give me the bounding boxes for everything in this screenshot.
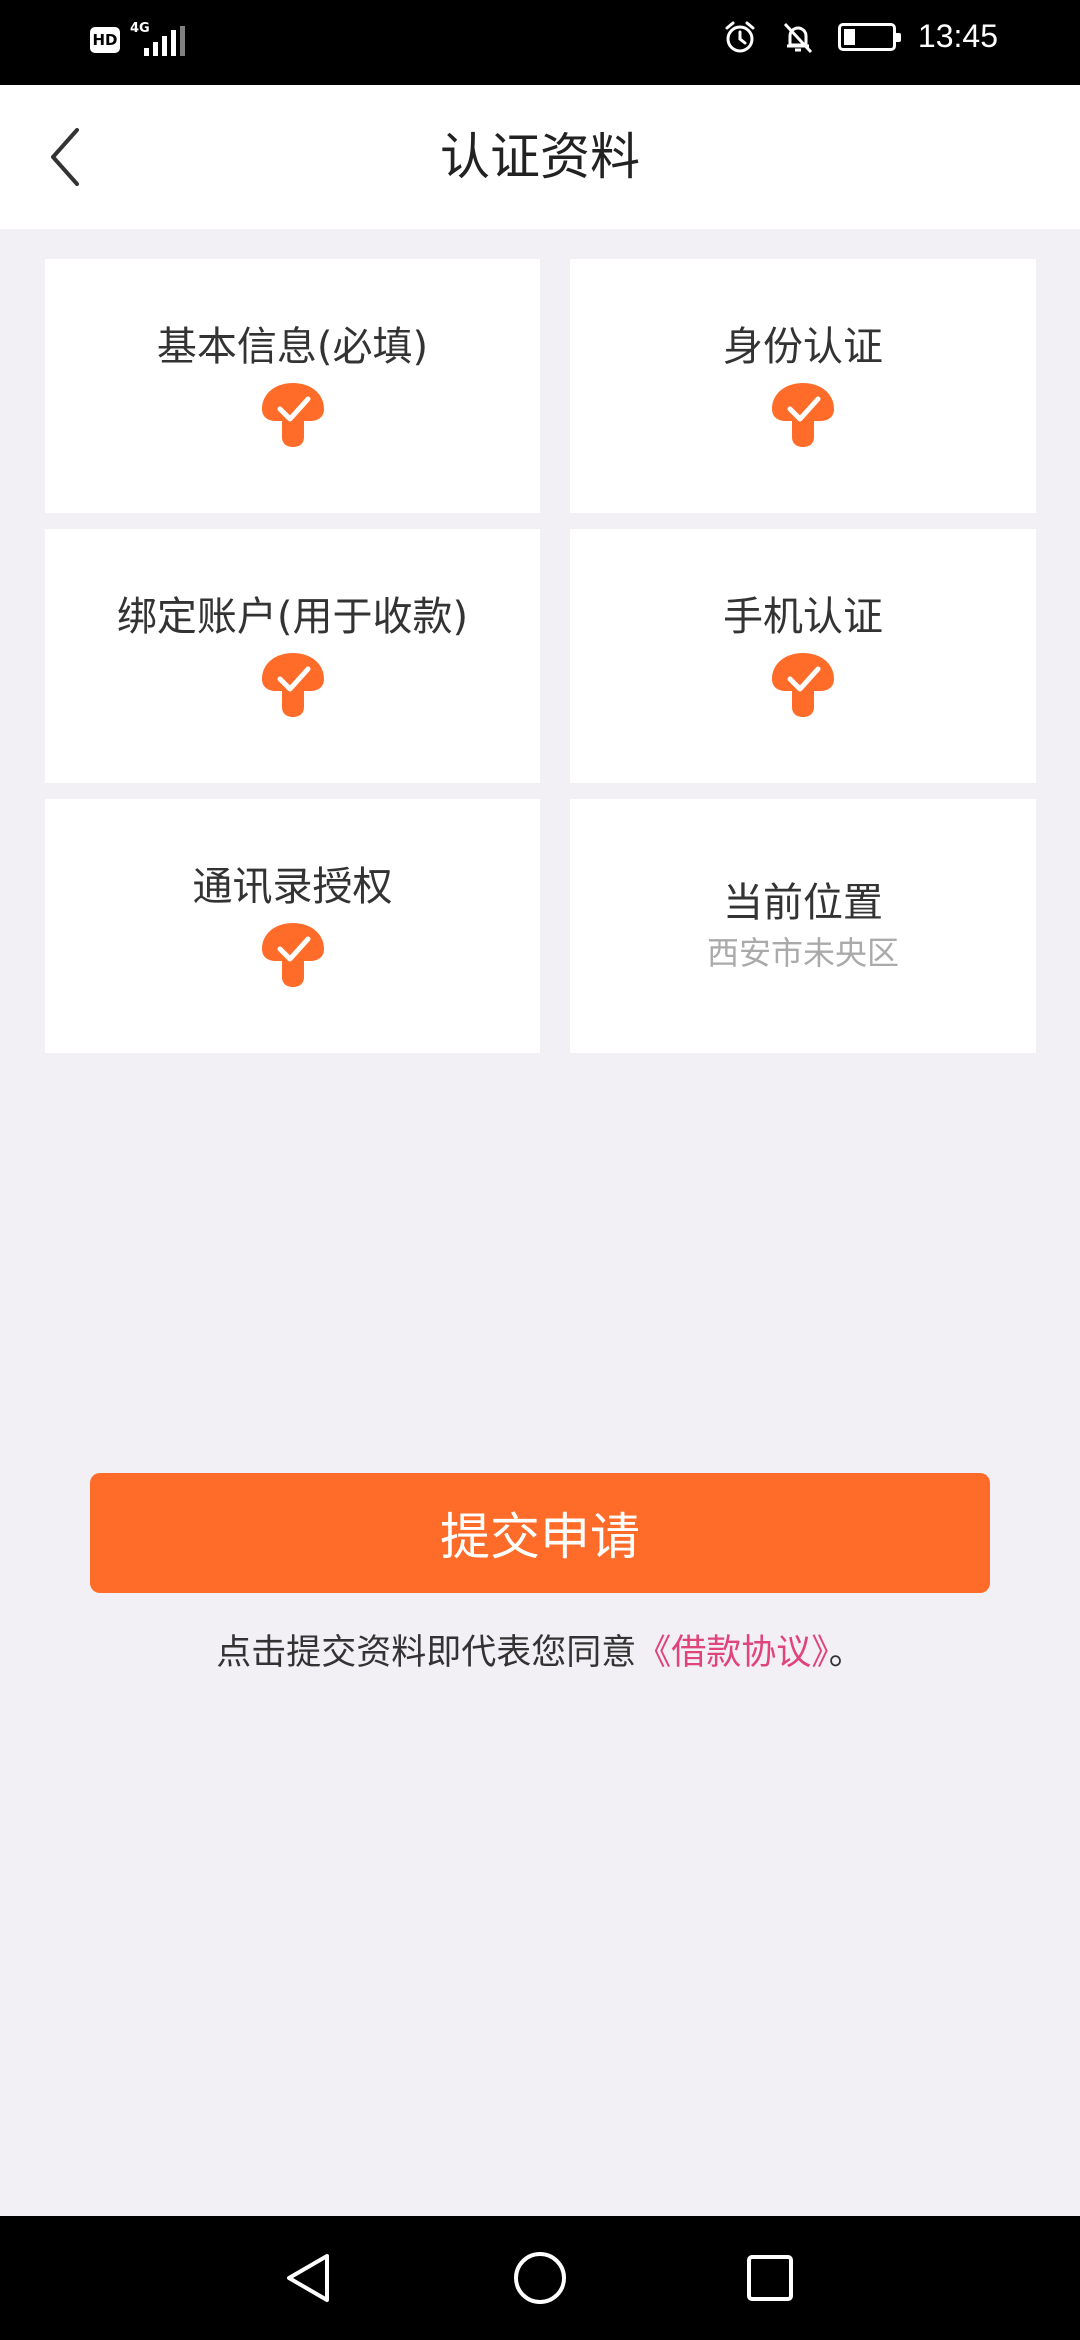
verified-check-icon	[261, 923, 324, 987]
battery-charging-icon	[837, 22, 901, 51]
card-phone[interactable]: 手机认证	[570, 529, 1036, 783]
card-location[interactable]: 当前位置 西安市未央区	[570, 799, 1036, 1053]
card-title: 基本信息(必填)	[156, 324, 429, 370]
card-bind-account[interactable]: 绑定账户(用于收款)	[45, 529, 540, 783]
location-value: 西安市未央区	[706, 934, 899, 972]
submit-button[interactable]: 提交申请	[90, 1473, 990, 1593]
verified-check-icon	[772, 383, 834, 447]
page-title: 认证资料	[440, 128, 640, 186]
nav-recents-button[interactable]	[738, 2246, 802, 2310]
signal-icon: 4G	[130, 22, 190, 58]
title-bar: 认证资料	[0, 85, 1080, 229]
hd-badge: HD	[90, 27, 120, 53]
square-recents-icon	[747, 2255, 793, 2301]
alarm-icon	[725, 21, 755, 52]
card-basic-info[interactable]: 基本信息(必填)	[45, 259, 540, 513]
status-time: 13:45	[917, 18, 998, 54]
card-contacts[interactable]: 通讯录授权	[45, 799, 540, 1053]
nav-home-button[interactable]	[508, 2246, 572, 2310]
verified-check-icon	[261, 653, 324, 717]
card-title: 绑定账户(用于收款)	[116, 594, 469, 640]
circle-home-icon	[514, 2252, 566, 2304]
agreement-prefix: 点击提交资料即代表您同意	[216, 1633, 637, 1673]
system-nav-bar	[0, 2216, 1080, 2340]
loan-agreement-link[interactable]: 《借款协议》	[636, 1633, 829, 1673]
agreement-suffix: 。	[828, 1633, 864, 1673]
card-title: 当前位置	[723, 880, 883, 926]
card-title: 手机认证	[723, 594, 883, 640]
verified-check-icon	[261, 383, 324, 447]
bell-muted-icon	[783, 22, 813, 53]
triangle-back-icon	[287, 2254, 329, 2302]
agreement-text: 点击提交资料即代表您同意《借款协议》。	[0, 1624, 1080, 1675]
card-title: 通讯录授权	[192, 864, 393, 910]
card-identity[interactable]: 身份认证	[570, 259, 1036, 513]
status-bar: HD 4G 13:45	[0, 0, 1080, 85]
verified-check-icon	[772, 653, 834, 717]
nav-back-button[interactable]	[276, 2246, 340, 2310]
card-title: 身份认证	[723, 324, 883, 370]
